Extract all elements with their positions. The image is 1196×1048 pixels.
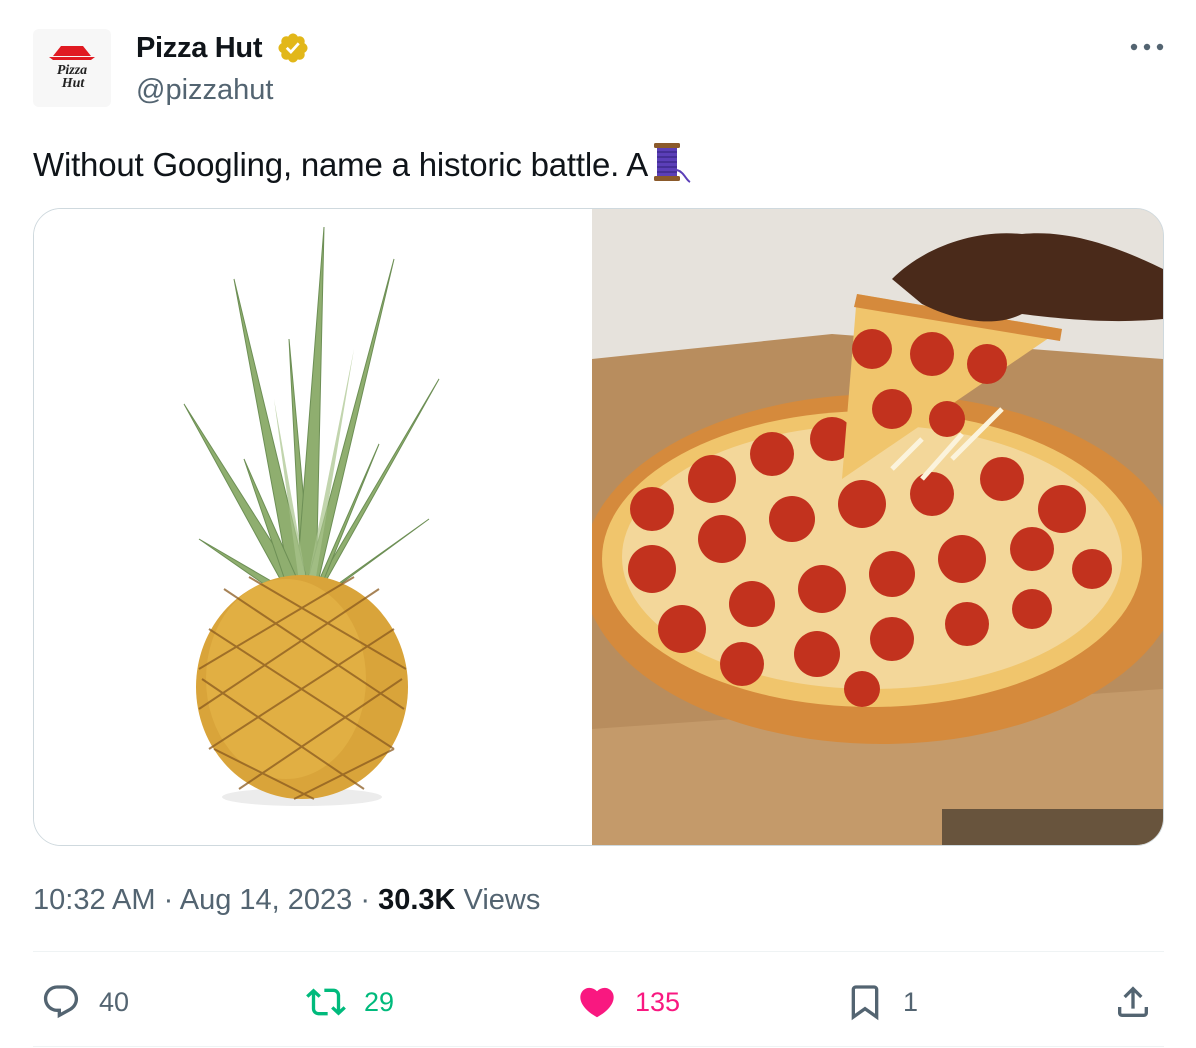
reply-icon [43, 985, 79, 1019]
svg-text:Hut: Hut [61, 76, 86, 91]
tweet-text-content: Without Googling, name a historic battle… [33, 146, 649, 183]
author-handle[interactable]: @pizzahut [136, 72, 273, 108]
media-image-left[interactable] [34, 209, 591, 845]
tweet-text: Without Googling, name a historic battle… [33, 140, 692, 186]
pineapple-image-icon [183, 226, 440, 806]
reply-button[interactable]: 40 [41, 970, 129, 1034]
bookmark-button[interactable]: 1 [845, 970, 918, 1034]
verified-badge-icon[interactable] [276, 31, 310, 65]
divider-bottom [33, 1046, 1164, 1047]
like-count: 135 [635, 986, 681, 1017]
action-bar: 40 29 135 1 [33, 970, 1164, 1034]
more-icon [1130, 43, 1164, 51]
heart-icon [580, 987, 614, 1018]
tweet-date[interactable]: Aug 14, 2023 [180, 884, 353, 916]
meta-separator: · [163, 884, 174, 916]
share-icon [1118, 986, 1148, 1017]
like-button[interactable]: 135 [577, 970, 680, 1034]
media-image-right[interactable] [592, 209, 1163, 845]
retweet-count: 29 [364, 986, 395, 1017]
views-label: Views [463, 884, 541, 916]
bookmark-count: 1 [903, 986, 919, 1017]
retweet-icon [306, 988, 346, 1016]
meta-separator-2: · [360, 884, 371, 916]
tweet-media[interactable] [33, 208, 1164, 846]
thread-spool-emoji-icon [654, 143, 691, 183]
share-button[interactable] [1113, 970, 1153, 1034]
reply-count: 40 [99, 986, 130, 1017]
tweet-time[interactable]: 10:32 AM [33, 884, 156, 916]
more-options-button[interactable] [1125, 30, 1169, 64]
retweet-button[interactable]: 29 [306, 970, 394, 1034]
divider-top [33, 951, 1164, 952]
tweet-meta: 10:32 AM · Aug 14, 2023 · 30.3K Views [33, 880, 540, 920]
author-display-name[interactable]: Pizza Hut [136, 30, 263, 66]
pizza-hut-logo-icon: Pizza Hut [49, 46, 95, 91]
avatar[interactable]: Pizza Hut [33, 29, 111, 107]
bookmark-icon [851, 985, 879, 1021]
pepperoni-pizza-image-icon [592, 209, 1163, 845]
views-count[interactable]: 30.3K [378, 884, 455, 916]
